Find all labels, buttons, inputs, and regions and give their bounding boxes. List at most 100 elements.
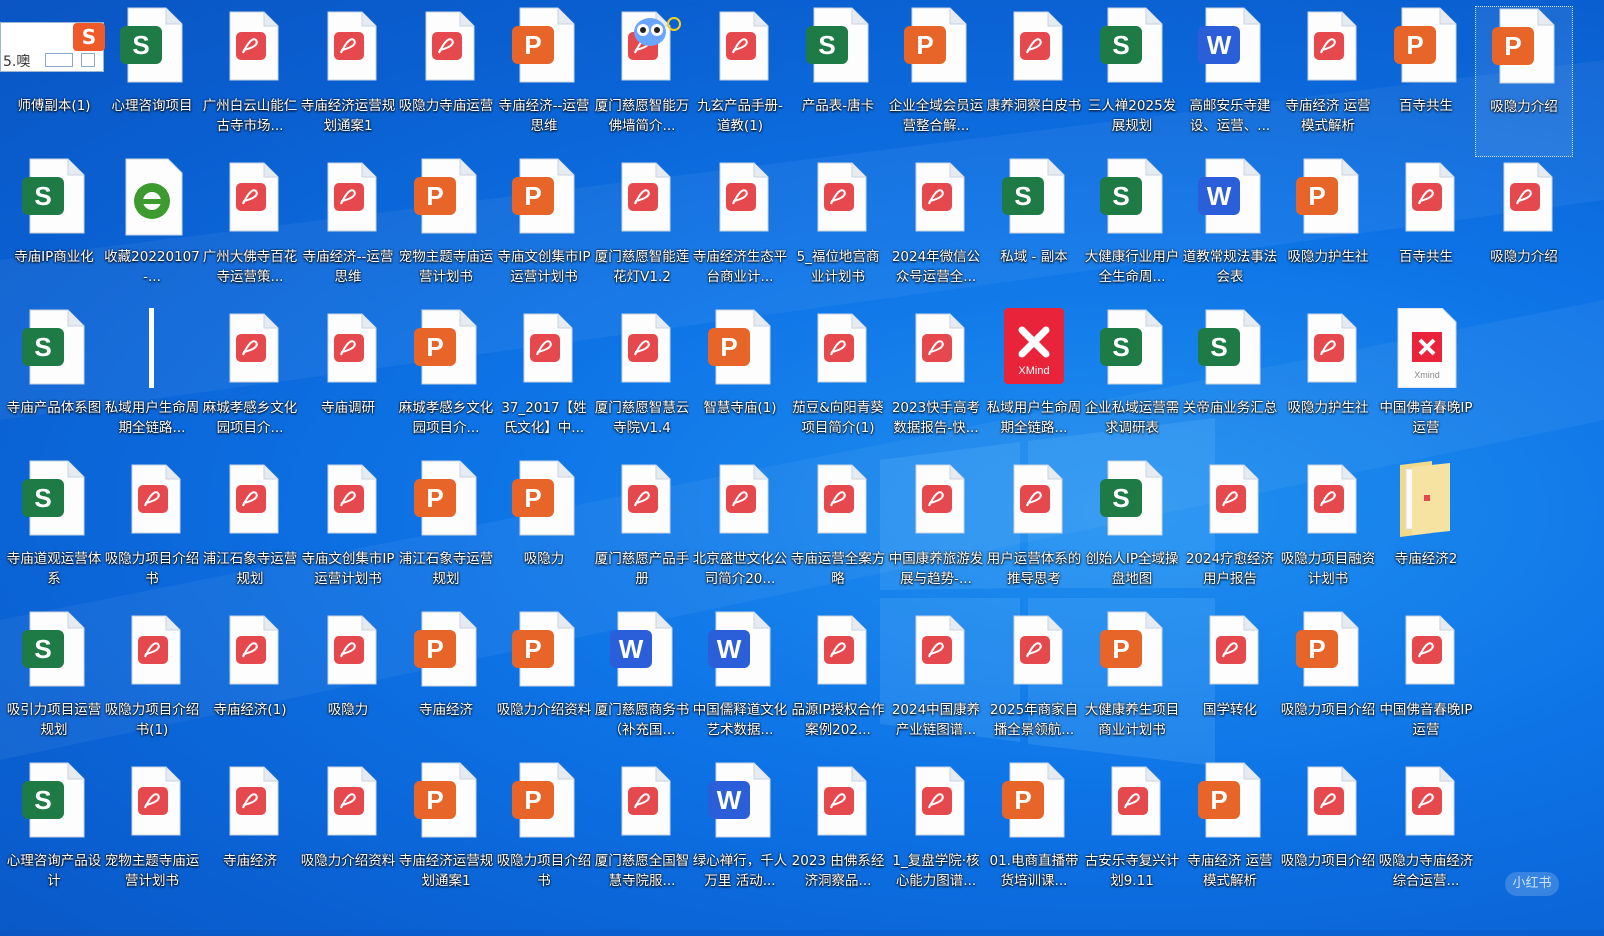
desktop-icon[interactable]: W 厦门慈愿商务书（补充国... xyxy=(593,610,691,761)
desktop-icon[interactable]: 吸隐力寺庙经济综合运营... xyxy=(1377,761,1475,912)
desktop-icon[interactable]: 广州大佛寺百花寺运营策... xyxy=(201,157,299,308)
desktop-icon[interactable]: 古安乐寺复兴计划9.11 xyxy=(1083,761,1181,912)
desktop-icon[interactable]: 37_2017【姓氏文化】中... xyxy=(495,308,593,459)
desktop-icon[interactable]: 寺庙文创集市IP运营计划书 xyxy=(299,459,397,610)
pdf-file-icon xyxy=(216,157,284,237)
desktop-icon[interactable]: Xmind 中国佛音春晚IP运营 xyxy=(1377,307,1475,459)
desktop-icon[interactable]: 厦门慈愿智慧云寺院V1.4 xyxy=(593,308,691,459)
desktop-icon[interactable]: 寺庙经济2 xyxy=(1377,459,1475,610)
desktop-icon[interactable]: 1_复盘学院·核心能力图谱... xyxy=(887,761,985,912)
desktop-icon[interactable]: 2023快手高考数据报告-快... xyxy=(887,308,985,459)
desktop-icon[interactable]: 吸隐力寺庙运营 xyxy=(397,6,495,157)
desktop-icon[interactable]: P 吸隐力介绍 xyxy=(1475,6,1573,157)
desktop-icon[interactable]: 2024年微信公众号运营全... xyxy=(887,157,985,308)
desktop-icon[interactable]: P 大健康养生项目商业计划书 xyxy=(1083,610,1181,761)
desktop-icon[interactable]: 吸隐力项目介绍书(1) xyxy=(103,610,201,761)
desktop-icon[interactable]: 寺庙调研 xyxy=(299,308,397,459)
desktop-icon[interactable]: 品源IP授权合作案例202... xyxy=(789,610,887,761)
desktop-icon[interactable]: 寺庙经济(1) xyxy=(201,610,299,761)
desktop-icon[interactable]: S 寺庙道观运营体系 xyxy=(5,459,103,610)
desktop-icon-label: 1_复盘学院·核心能力图谱... xyxy=(892,853,980,889)
desktop-icon[interactable]: 国学转化 xyxy=(1181,610,1279,761)
desktop-icon[interactable]: 2025年商家自播全景领航... xyxy=(985,610,1083,761)
desktop-icon-grid: 师傅副本(1) S 心理咨询项目 广州白云山能仁古寺市场... 寺庙经济运营规划通案1 吸… xyxy=(0,0,1604,936)
pdf-file-icon xyxy=(902,459,970,539)
desktop-icon[interactable]: 广州白云山能仁古寺市场... xyxy=(201,6,299,157)
desktop-icon[interactable]: S 吸引力项目运营规划 xyxy=(5,610,103,761)
desktop-icon[interactable]: 2024疗愈经济用户报告 xyxy=(1181,459,1279,610)
desktop-icon[interactable]: 寺庙经济 运营模式解析 xyxy=(1279,6,1377,157)
desktop-icon[interactable]: S 寺庙IP商业化 xyxy=(5,157,103,308)
desktop-icon[interactable]: 2024中国康养产业链图谱... xyxy=(887,610,985,761)
desktop-icon[interactable]: P 麻城孝感乡文化园项目介... xyxy=(397,308,495,459)
desktop-icon[interactable]: 寺庙运营全案方略 xyxy=(789,459,887,610)
desktop-icon[interactable]: 康养洞察白皮书 xyxy=(985,6,1083,157)
desktop-icon[interactable]: 百寺共生 xyxy=(1377,157,1475,308)
desktop-icon[interactable]: P 吸隐力护生社 xyxy=(1279,157,1377,308)
desktop-icon[interactable]: P 智慧寺庙(1) xyxy=(691,308,789,459)
desktop-icon[interactable]: 北京盛世文化公司简介20... xyxy=(691,459,789,610)
desktop-icon[interactable]: 用户运营体系的推导思考 xyxy=(985,459,1083,610)
desktop-icon[interactable]: S 心理咨询产品设计 xyxy=(5,761,103,912)
desktop-icon[interactable]: S 创始人IP全域操盘地图 xyxy=(1083,459,1181,610)
desktop-icon[interactable]: S 心理咨询项目 xyxy=(103,6,201,157)
desktop-icon[interactable]: P 寺庙经济 xyxy=(397,610,495,761)
desktop-icon[interactable]: 吸隐力护生社 xyxy=(1279,308,1377,459)
desktop-icon[interactable]: 吸隐力 xyxy=(299,610,397,761)
desktop-icon[interactable]: P 吸隐力 xyxy=(495,459,593,610)
desktop-icon[interactable]: P 寺庙经济--运营思维 xyxy=(495,6,593,157)
desktop-icon[interactable]: 吸隐力项目融资计划书 xyxy=(1279,459,1377,610)
desktop-icon[interactable]: 中国佛音春晚IP运营 xyxy=(1377,610,1475,761)
desktop-icon[interactable]: 宠物主题寺庙运营计划书 xyxy=(103,761,201,912)
desktop-icon[interactable]: 5_福位地宫商业计划书 xyxy=(789,157,887,308)
desktop-icon[interactable]: P 寺庙文创集市IP运营计划书 xyxy=(495,157,593,308)
desktop-icon[interactable]: 中国康养旅游发展与趋势-... xyxy=(887,459,985,610)
desktop-icon[interactable]: 2023 由佛系经济洞察品... xyxy=(789,761,887,912)
desktop-icon[interactable]: P 01.电商直播带货培训课... xyxy=(985,761,1083,912)
desktop-icon[interactable]: P 吸隐力项目介绍 xyxy=(1279,610,1377,761)
desktop-icon[interactable]: P 寺庙经济运营规划通案1 xyxy=(397,761,495,912)
desktop-icon[interactable]: W 中国儒释道文化艺术数据... xyxy=(691,610,789,761)
desktop-icon[interactable]: S 私域 - 副本 xyxy=(985,157,1083,308)
desktop-icon[interactable]: S 关帝庙业务汇总 xyxy=(1181,308,1279,459)
desktop-icon[interactable]: 吸隐力项目介绍书 xyxy=(103,459,201,610)
desktop-icon[interactable]: P 吸隐力介绍资料 xyxy=(495,610,593,761)
desktop-icon[interactable]: P 浦江石象寺运营规划 xyxy=(397,459,495,610)
svg-text:P: P xyxy=(524,30,541,60)
desktop-icon[interactable]: P 百寺共生 xyxy=(1377,6,1475,157)
desktop-icon[interactable]: S 大健康行业用户全生命周... xyxy=(1083,157,1181,308)
desktop-icon[interactable]: 寺庙经济--运营思维 xyxy=(299,157,397,308)
desktop-icon[interactable]: W 高邮安乐寺建设、运营、... xyxy=(1181,6,1279,157)
desktop-icon[interactable]: S 产品表-唐卡 xyxy=(789,6,887,157)
desktop-icon[interactable]: W 道教常规法事法会表 xyxy=(1181,157,1279,308)
desktop-icon[interactable]: S 三人禅2025发展规划 xyxy=(1083,6,1181,157)
desktop-icon[interactable]: 收藏20220107-... xyxy=(103,157,201,308)
desktop-icon[interactable]: S 寺庙产品体系图 xyxy=(5,308,103,459)
desktop-icon[interactable]: P 企业全域会员运营整合解... xyxy=(887,6,985,157)
desktop-icon-label: 厦门慈愿产品手册 xyxy=(594,551,690,587)
desktop-icon[interactable]: 寺庙经济 xyxy=(201,761,299,912)
dropdown-arrow-icon[interactable] xyxy=(81,53,95,67)
desktop-icon[interactable]: 厦门慈愿智能莲花灯V1.2 xyxy=(593,157,691,308)
desktop-icon[interactable]: XMind 私域用户生命周期全链路... xyxy=(985,308,1083,459)
desktop-icon[interactable]: 寺庙经济生态平台商业计... xyxy=(691,157,789,308)
input-method-widget[interactable]: S 5.噢 xyxy=(0,22,105,72)
desktop-icon[interactable]: P 宠物主题寺庙运营计划书 xyxy=(397,157,495,308)
desktop-icon[interactable]: 九玄产品手册-道教(1) xyxy=(691,6,789,157)
desktop-icon[interactable]: W 绿心禅行，千人万里 活动... xyxy=(691,761,789,912)
svg-text:P: P xyxy=(1308,181,1325,211)
desktop-icon[interactable]: 吸隐力项目介绍 xyxy=(1279,761,1377,912)
desktop-icon[interactable]: 吸隐力介绍资料 xyxy=(299,761,397,912)
desktop-icon[interactable]: 厦门慈愿产品手册 xyxy=(593,459,691,610)
desktop-icon[interactable]: S 企业私域运营需求调研表 xyxy=(1083,308,1181,459)
desktop-icon[interactable]: P 寺庙经济 运营模式解析 xyxy=(1181,761,1279,912)
desktop-icon[interactable]: 吸隐力介绍 xyxy=(1475,157,1573,308)
desktop-icon[interactable]: 茄豆&向阳青葵项目简介(1) xyxy=(789,308,887,459)
desktop-icon[interactable]: 厦门慈愿全国智慧寺院服... xyxy=(593,761,691,912)
desktop-icon[interactable]: P 吸隐力项目介绍书 xyxy=(495,761,593,912)
page-arrows[interactable] xyxy=(45,53,73,67)
desktop-icon[interactable]: 私域用户生命周期全链路... xyxy=(103,308,201,459)
desktop-icon[interactable]: 浦江石象寺运营规划 xyxy=(201,459,299,610)
desktop-icon[interactable]: 寺庙经济运营规划通案1 xyxy=(299,6,397,157)
desktop-icon[interactable]: 麻城孝感乡文化园项目介... xyxy=(201,308,299,459)
